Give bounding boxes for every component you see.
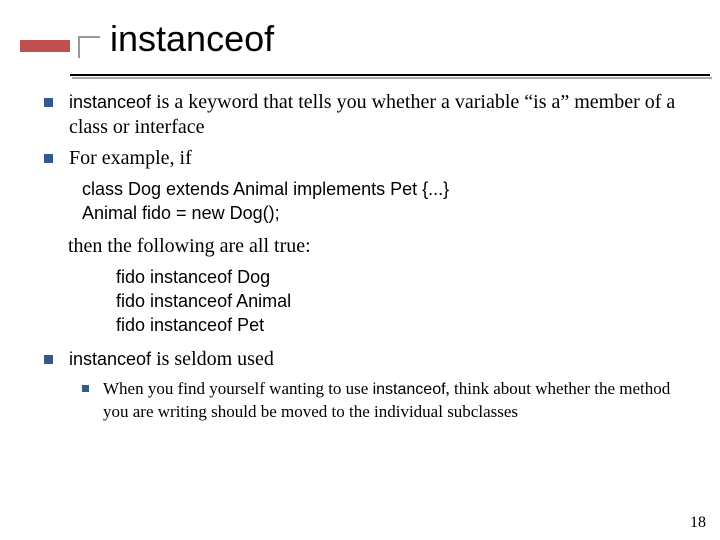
bullet-3-rest: is seldom used bbox=[151, 348, 274, 370]
bullet-square-icon bbox=[44, 154, 53, 163]
slide-body: instanceof is a keyword that tells you w… bbox=[36, 90, 696, 422]
sub-bullet-1: When you find yourself wanting to use in… bbox=[82, 378, 696, 422]
bullet-1-rest: is a keyword that tells you whether a va… bbox=[69, 91, 675, 138]
keyword-instanceof: instanceof bbox=[69, 349, 151, 369]
sub-bullet-1-text: When you find yourself wanting to use in… bbox=[103, 378, 696, 422]
code-line: Animal fido = new Dog(); bbox=[82, 201, 696, 225]
slide: instanceof instanceof is a keyword that … bbox=[0, 0, 720, 540]
bullet-square-icon bbox=[44, 98, 53, 107]
code-line: class Dog extends Animal implements Pet … bbox=[82, 177, 696, 201]
bullet-1: instanceof is a keyword that tells you w… bbox=[36, 90, 696, 140]
code-block-1: class Dog extends Animal implements Pet … bbox=[82, 177, 696, 226]
bullet-2: For example, if bbox=[36, 146, 696, 171]
then-line: then the following are all true: bbox=[68, 234, 696, 259]
keyword-instanceof: instanceof bbox=[373, 381, 446, 398]
code-line: fido instanceof Animal bbox=[116, 289, 696, 313]
bullet-3-text: instanceof is seldom used bbox=[69, 347, 696, 372]
bullet-1-text: instanceof is a keyword that tells you w… bbox=[69, 90, 696, 140]
title-underline-shadow bbox=[72, 77, 712, 79]
code-line: fido instanceof Dog bbox=[116, 265, 696, 289]
sub-text-before: When you find yourself wanting to use bbox=[103, 379, 373, 398]
slide-title: instanceof bbox=[110, 18, 274, 60]
code-block-2: fido instanceof Dog fido instanceof Anim… bbox=[116, 265, 696, 338]
code-line: fido instanceof Pet bbox=[116, 313, 696, 337]
page-number: 18 bbox=[690, 514, 706, 532]
keyword-instanceof: instanceof bbox=[69, 92, 151, 112]
bullet-2-text: For example, if bbox=[69, 146, 696, 171]
title-underline bbox=[70, 74, 710, 76]
title-accent-block bbox=[20, 40, 70, 52]
bullet-square-icon bbox=[44, 355, 53, 364]
bullet-square-icon bbox=[82, 385, 89, 392]
bullet-3: instanceof is seldom used bbox=[36, 347, 696, 372]
